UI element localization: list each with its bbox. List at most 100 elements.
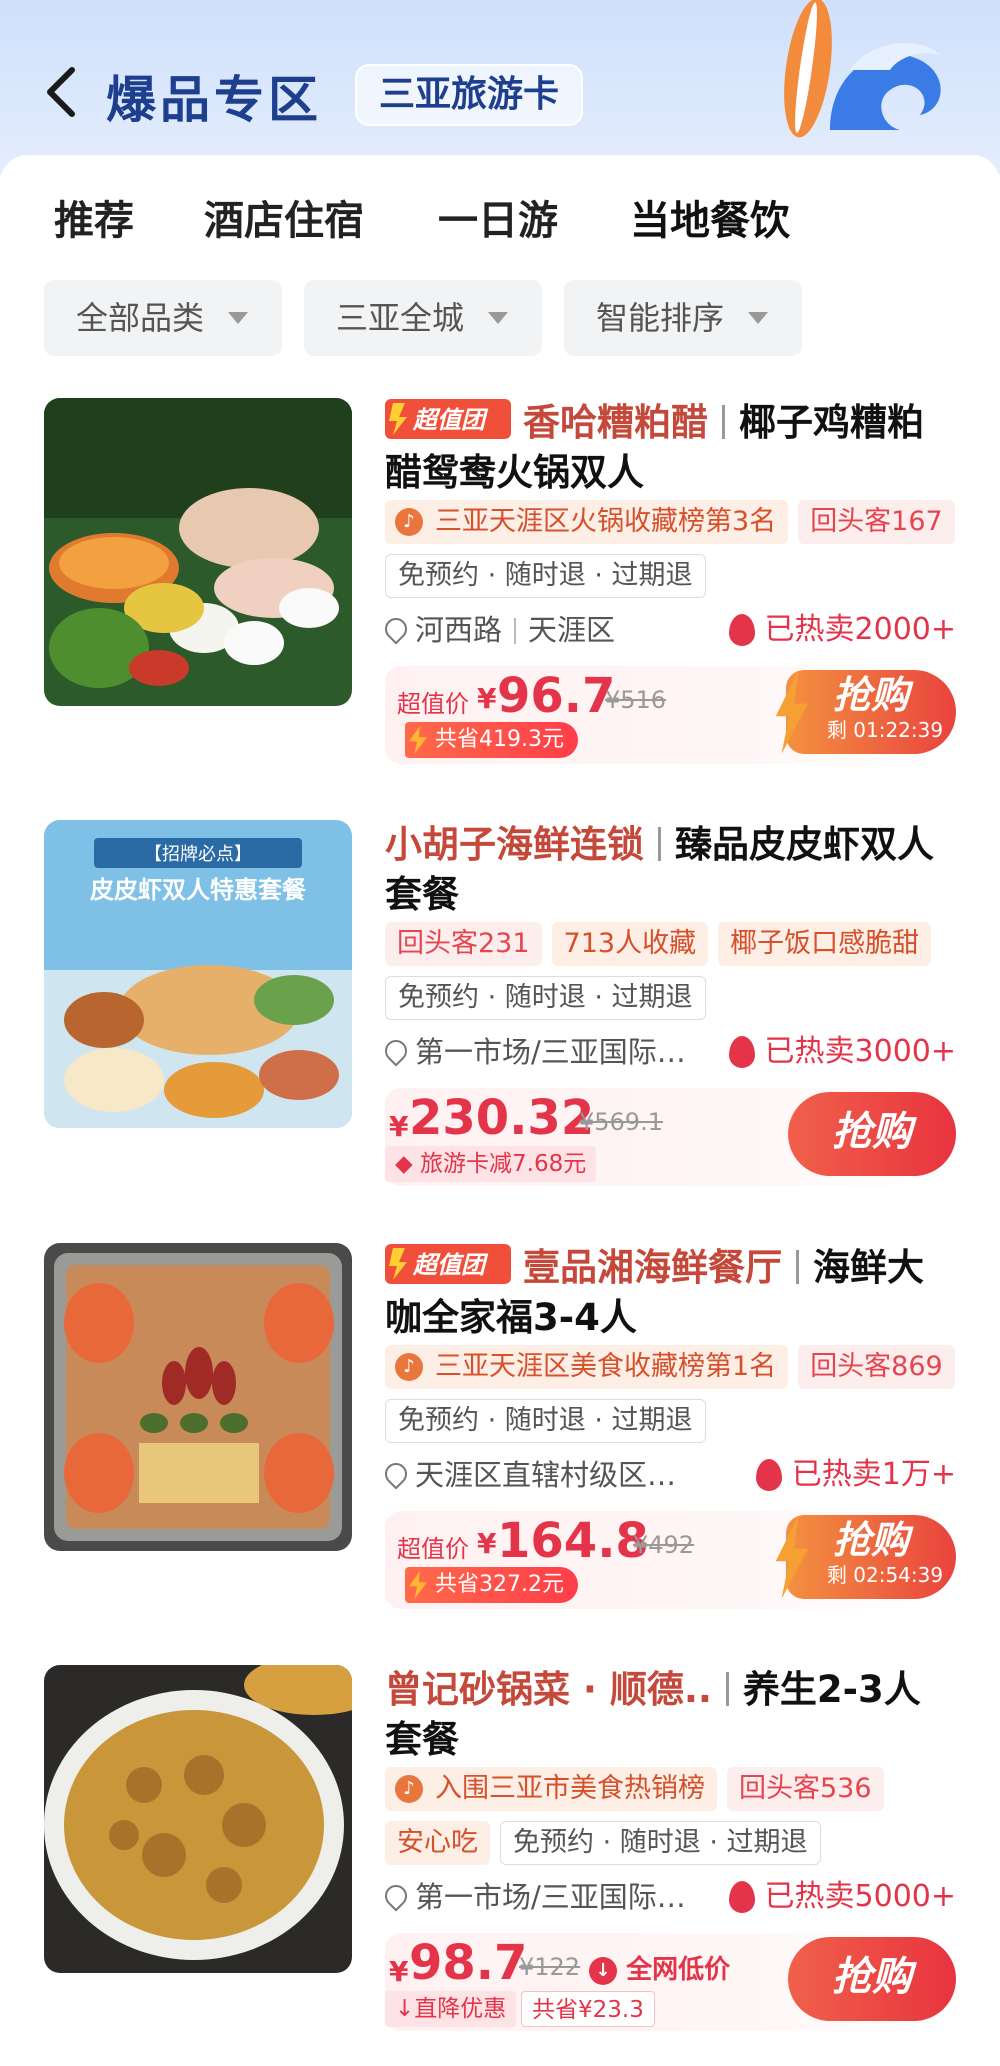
caret-down-icon — [228, 312, 248, 324]
rank-tag-text: 入围三亚市美食热销榜 — [435, 1773, 705, 1804]
original-price: ¥122 — [519, 1953, 581, 1981]
currency-symbol: ¥ — [389, 1110, 409, 1143]
super-value-badge: 超值团 — [385, 1244, 511, 1284]
location: 第一市场/三亚国际… — [380, 1032, 686, 1072]
lowest-price-label: ↓ 全网低价 — [589, 1949, 730, 1986]
tag-row: 回头客231 713人收藏 椰子饭口感脆甜 — [385, 922, 932, 966]
service-row: 免预约 · 随时退 · 过期退 — [385, 554, 706, 598]
douyin-icon: ♪ — [395, 508, 423, 536]
item-title[interactable]: 曾记砂锅菜 · 顺德.. 养生2-3人套餐 — [385, 1665, 955, 1765]
service-row: 安心吃 免预约 · 随时退 · 过期退 — [385, 1821, 821, 1865]
travel-card-pill[interactable]: 三亚旅游卡 — [355, 64, 584, 126]
seafood-platter-photo[interactable] — [44, 1243, 352, 1551]
buy-button[interactable]: 抢购 — [788, 1092, 956, 1176]
buy-button[interactable]: 抢购剩 01:22:39 — [775, 670, 956, 754]
sold-count: 已热卖1万+ — [755, 1455, 956, 1495]
location-pin-icon — [380, 613, 412, 645]
sold-count: 已热卖2000+ — [728, 610, 956, 650]
shop-name: 曾记砂锅菜 · 顺德.. — [385, 1668, 712, 1711]
filter-category[interactable]: 全部品类 — [44, 280, 282, 356]
buy-button[interactable]: 抢购剩 02:54:39 — [775, 1515, 956, 1599]
current-price: 98.7 — [409, 1935, 528, 1991]
claypot-dish-photo[interactable] — [44, 1665, 352, 1973]
savings-badge: 共省419.3元 — [405, 722, 578, 758]
currency-symbol: ¥ — [477, 682, 497, 715]
tab-hotel[interactable]: 酒店住宿 — [204, 188, 364, 246]
drop-icon: ↓ — [395, 1996, 415, 2022]
repeat-customer-tag: 回头客167 — [798, 500, 955, 544]
tag-row: ♪ 三亚天涯区美食收藏榜第1名 回头客869 — [385, 1345, 955, 1389]
location-text: 第一市场/三亚国际… — [415, 1035, 686, 1069]
tab-day-tour[interactable]: 一日游 — [438, 188, 558, 246]
location: 天涯区直辖村级区… — [380, 1455, 676, 1495]
filter-sort[interactable]: 智能排序 — [564, 280, 802, 356]
category-tabs: 推荐 酒店住宿 一日游 当地餐饮 — [0, 188, 1000, 258]
filter-area[interactable]: 三亚全城 — [304, 280, 542, 356]
poster-title-text: 皮皮虾双人特惠套餐 — [90, 876, 307, 904]
rank-tag: ♪ 三亚天涯区美食收藏榜第1名 — [385, 1345, 789, 1389]
sold-count-text: 已热卖2000+ — [764, 612, 956, 647]
price-drop-text: 直降优惠 — [414, 1996, 507, 2022]
countdown-timer: 剩 02:54:39 — [826, 1563, 944, 1587]
current-price: 230.32 — [409, 1090, 595, 1146]
filter-bar: 全部品类 三亚全城 智能排序 — [0, 280, 1000, 356]
discount-text: 旅游卡减7.68元 — [420, 1151, 587, 1177]
highlight-tag: 椰子饭口感脆甜 — [718, 922, 932, 966]
shop-name: 小胡子海鲜连锁 — [385, 823, 644, 866]
location-pin-icon — [380, 1880, 412, 1912]
caret-down-icon — [488, 312, 508, 324]
service-row: 免预约 · 随时退 · 过期退 — [385, 1399, 706, 1443]
location-text: 第一市场/三亚国际… — [415, 1880, 686, 1914]
super-value-badge-text: 超值团 — [412, 1251, 489, 1279]
hotpot-photo[interactable] — [44, 398, 352, 706]
original-price: ¥569.1 — [579, 1108, 663, 1136]
service-tag: 免预约 · 随时退 · 过期退 — [385, 1399, 706, 1443]
tag-row: ♪ 入围三亚市美食热销榜 回头客536 — [385, 1767, 884, 1811]
fire-icon — [755, 1459, 782, 1491]
title-divider — [725, 1672, 729, 1706]
currency-symbol: ¥ — [389, 1955, 409, 1988]
sold-count-text: 已热卖5000+ — [764, 1879, 956, 1914]
back-arrow-icon[interactable] — [38, 62, 86, 122]
tab-local-food[interactable]: 当地餐饮 — [626, 188, 794, 252]
super-value-badge-text: 超值团 — [412, 406, 489, 434]
bolt-icon — [409, 726, 427, 754]
rank-tag-text: 三亚天涯区美食收藏榜第1名 — [435, 1351, 777, 1382]
fire-icon — [728, 614, 755, 646]
original-price: ¥492 — [633, 1531, 695, 1559]
buy-label: 抢购 — [832, 673, 909, 717]
sold-count: 已热卖5000+ — [728, 1877, 956, 1917]
list-item[interactable]: 超值团 香哈糟粕醋 椰子鸡糟粕醋鸳鸯火锅双人 ♪ 三亚天涯区火锅收藏榜第3名 回头客1… — [0, 398, 1000, 818]
sold-count: 已热卖3000+ — [728, 1032, 956, 1072]
total-saved-tag: 共省¥23.3 — [521, 1991, 655, 2027]
price-drop-tag: ↓直降优惠 — [385, 1991, 517, 2027]
lowest-price-text: 全网低价 — [626, 1955, 731, 1985]
item-title[interactable]: 超值团 壹品湘海鲜餐厅 海鲜大咖全家福3-4人 — [385, 1243, 955, 1343]
service-row: 免预约 · 随时退 · 过期退 — [385, 976, 706, 1020]
caret-down-icon — [748, 312, 768, 324]
douyin-icon: ♪ — [395, 1775, 423, 1803]
bolt-icon — [409, 1571, 427, 1599]
title-divider — [796, 1250, 799, 1284]
surfboard-wave-icon — [784, 0, 941, 138]
buy-label: 抢购 — [832, 1518, 909, 1562]
service-tag: 免预约 · 随时退 · 过期退 — [385, 976, 706, 1020]
list-item[interactable]: 超值团 壹品湘海鲜餐厅 海鲜大咖全家福3-4人 ♪ 三亚天涯区美食收藏榜第1名 回头客… — [0, 1243, 1000, 1663]
location-road: 河西路 — [415, 613, 503, 647]
title-divider — [722, 405, 725, 439]
list-item[interactable]: 曾记砂锅菜 · 顺德.. 养生2-3人套餐 ♪ 入围三亚市美食热销榜 回头客536 … — [0, 1665, 1000, 2066]
tab-local-food-label: 当地餐饮 — [630, 198, 790, 244]
rank-tag: ♪ 入围三亚市美食热销榜 — [385, 1767, 717, 1811]
savings-text: 共省419.3元 — [435, 727, 564, 752]
shrimp-set-photo[interactable]: 【招牌必点】 皮皮虾双人特惠套餐 — [44, 820, 352, 1128]
service-tag: 免预约 · 随时退 · 过期退 — [385, 554, 706, 598]
buy-button[interactable]: 抢购 — [788, 1937, 956, 2021]
item-title[interactable]: 小胡子海鲜连锁 臻品皮皮虾双人套餐 — [385, 820, 955, 920]
item-title[interactable]: 超值团 香哈糟粕醋 椰子鸡糟粕醋鸳鸯火锅双人 — [385, 398, 955, 498]
page-title: 爆品专区 — [106, 71, 322, 129]
tab-recommend[interactable]: 推荐 — [54, 188, 134, 246]
list-item[interactable]: 【招牌必点】 皮皮虾双人特惠套餐 小胡子海鲜连锁 臻品皮皮虾双人套餐 回头客231… — [0, 820, 1000, 1240]
countdown-timer: 剩 01:22:39 — [826, 718, 944, 742]
repeat-customer-tag: 回头客231 — [385, 922, 542, 966]
repeat-customer-tag: 回头客536 — [727, 1767, 884, 1811]
